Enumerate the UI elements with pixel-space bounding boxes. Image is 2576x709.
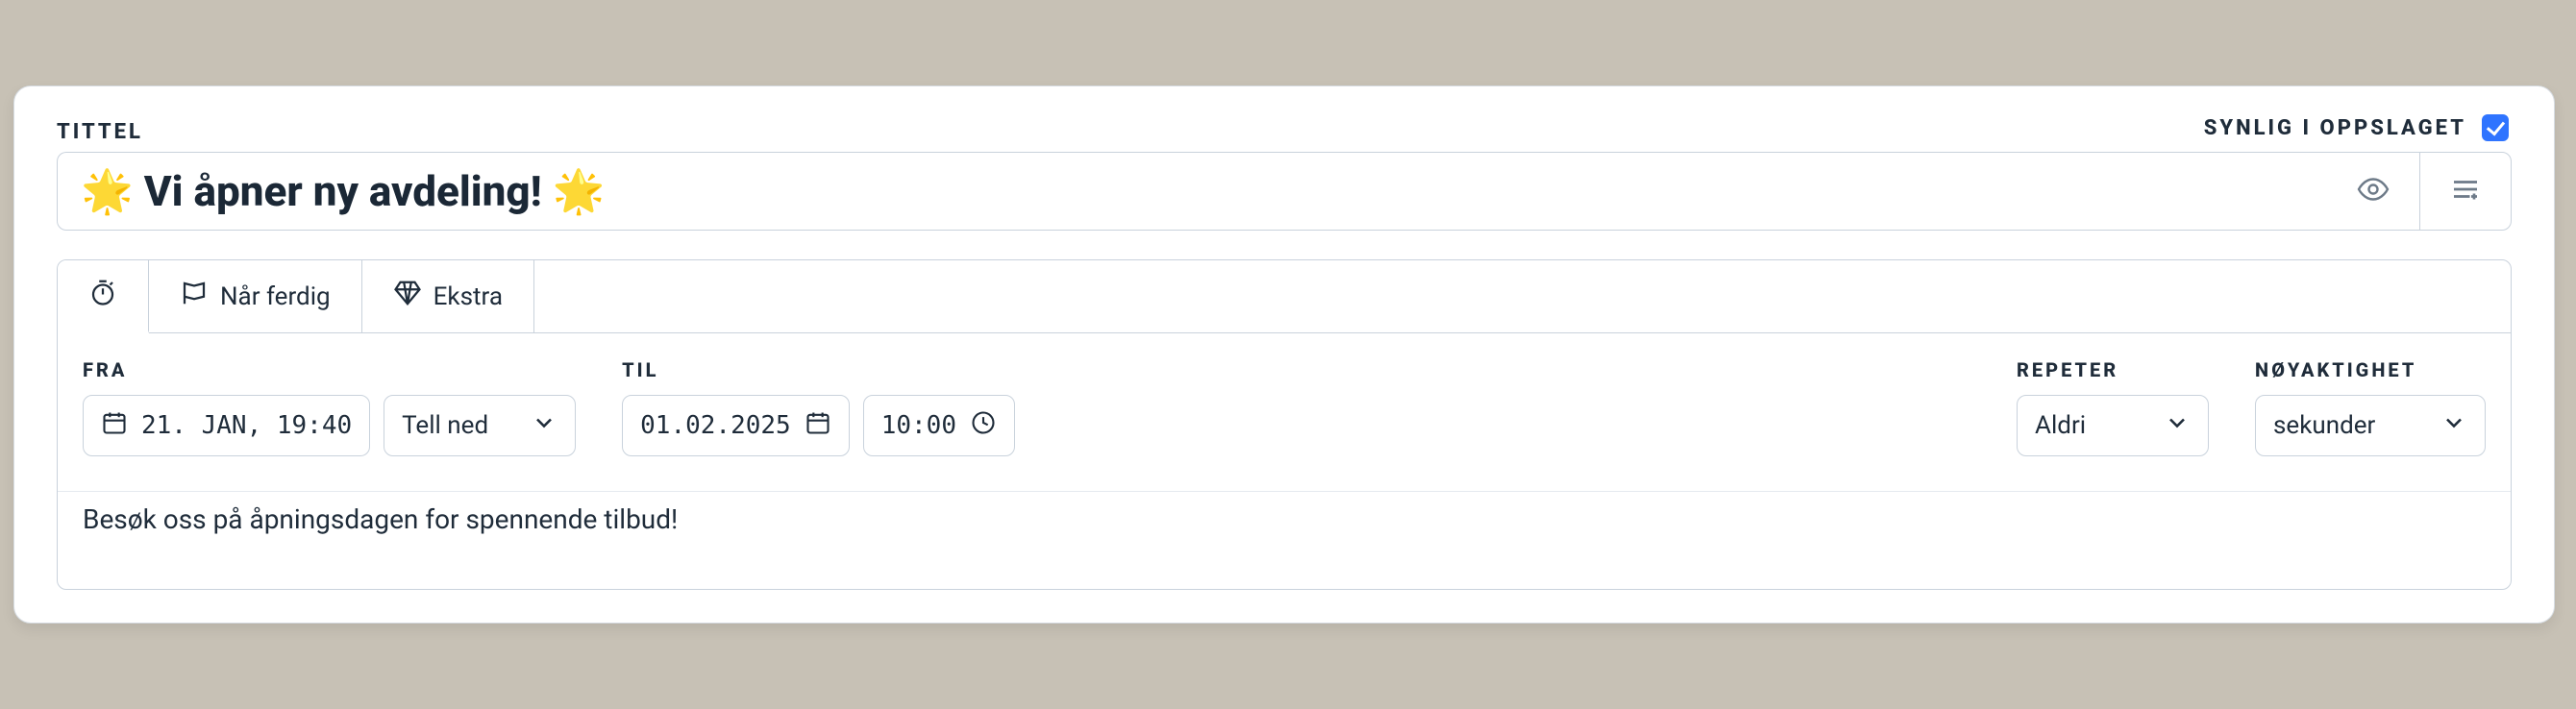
precision-label: NØYAKTIGHET (2255, 358, 2486, 381)
from-label: FRA (83, 358, 576, 381)
from-date-value: 21. JAN, 19:40 (141, 411, 352, 440)
to-date-picker[interactable]: 01.02.2025 (622, 395, 850, 456)
tab-label: Ekstra (433, 282, 503, 311)
to-date-value: 01.02.2025 (640, 411, 791, 440)
repeat-label: REPETER (2017, 358, 2209, 381)
clock-icon (970, 409, 997, 443)
chevron-down-icon (531, 409, 557, 443)
description-input[interactable]: Besøk oss på åpningsdagen for spennende … (58, 491, 2511, 589)
chevron-down-icon (2164, 409, 2191, 443)
tab-bar: Når ferdig Ekstra (58, 260, 2511, 333)
diamond-icon (393, 279, 422, 314)
from-date-picker[interactable]: 21. JAN, 19:40 (83, 395, 370, 456)
to-time-value: 10:00 (881, 411, 956, 440)
eye-icon (2356, 172, 2390, 210)
title-input[interactable]: 🌟 Vi åpner ny avdeling! 🌟 (57, 152, 2327, 231)
options-button[interactable] (2419, 152, 2512, 231)
tab-timer[interactable] (58, 260, 149, 333)
chevron-down-icon (2440, 409, 2467, 443)
calendar-icon (101, 409, 128, 443)
calendar-icon (805, 409, 831, 443)
repeat-select[interactable]: Aldri (2017, 395, 2209, 456)
countdown-select[interactable]: Tell ned (384, 395, 576, 456)
select-value: Tell ned (402, 411, 488, 440)
title-label: TITTEL (57, 120, 143, 144)
editor-card: TITTEL SYNLIG I OPPSLAGET 🌟 Vi åpner ny … (13, 86, 2555, 623)
stopwatch-icon (88, 278, 117, 313)
precision-select[interactable]: sekunder (2255, 395, 2486, 456)
select-value: sekunder (2273, 411, 2375, 440)
settings-panel: Når ferdig Ekstra FRA (57, 259, 2512, 590)
visible-checkbox[interactable] (2482, 114, 2509, 141)
tab-label: Når ferdig (220, 282, 331, 311)
to-label: TIL (622, 358, 1015, 381)
tab-when-done[interactable]: Når ferdig (149, 260, 362, 332)
list-add-icon (2448, 172, 2483, 210)
tab-extra[interactable]: Ekstra (362, 260, 534, 332)
preview-button[interactable] (2327, 152, 2419, 231)
to-time-picker[interactable]: 10:00 (863, 395, 1015, 456)
flag-icon (180, 279, 209, 314)
visible-label: SYNLIG I OPPSLAGET (2204, 116, 2466, 140)
select-value: Aldri (2035, 411, 2086, 440)
